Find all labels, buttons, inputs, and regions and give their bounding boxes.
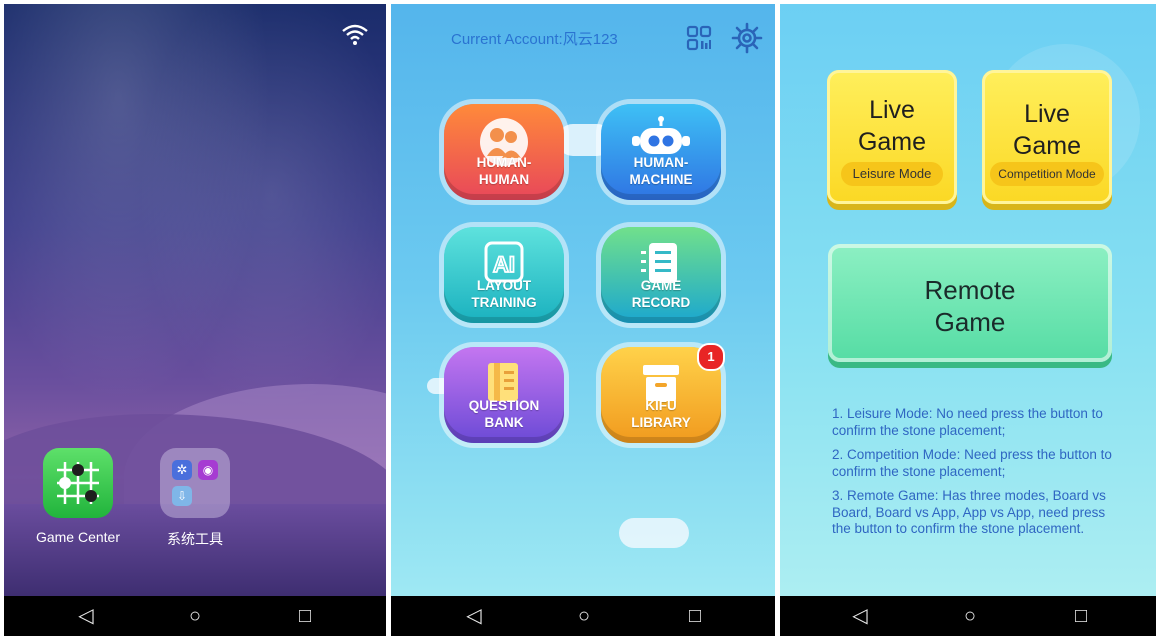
recents-button[interactable]: □ (1069, 604, 1093, 628)
question-bank-button[interactable]: QUESTION BANK (444, 347, 564, 443)
home-button[interactable]: ○ (572, 604, 596, 628)
cloud-decoration (619, 518, 689, 548)
navigation-bar: ◁ ○ □ (780, 596, 1156, 636)
gear-icon[interactable] (731, 22, 763, 54)
remote-game-button[interactable]: Remote Game (828, 244, 1112, 362)
app-label-game-center: Game Center (35, 529, 121, 545)
svg-text:AI: AI (493, 252, 515, 277)
main-menu-screen: Current Account:风云123 HUMAN- HUMAN HUMAN… (391, 4, 775, 636)
camera-app-icon: ◉ (198, 460, 218, 480)
home-button[interactable]: ○ (183, 604, 207, 628)
go-board-icon (57, 462, 99, 504)
human-machine-button[interactable]: HUMAN- MACHINE (601, 104, 721, 200)
game-center-app[interactable] (43, 448, 113, 518)
download-app-icon: ⇩ (172, 486, 192, 506)
back-button[interactable]: ◁ (848, 604, 872, 628)
navigation-bar: ◁ ○ □ (391, 596, 775, 636)
recents-button[interactable]: □ (683, 604, 707, 628)
recents-button[interactable]: □ (293, 604, 317, 628)
live-game-competition-button[interactable]: Live Game Competition Mode (982, 70, 1112, 204)
mode-instructions: 1. Leisure Mode: No need press the butto… (832, 406, 1112, 546)
home-screen: Game Center ✲ ◉ ⇩ 系统工具 ◁ ○ □ (4, 4, 386, 636)
navigation-bar: ◁ ○ □ (4, 596, 386, 636)
card-title: Live Game (1012, 100, 1082, 160)
live-game-leisure-button[interactable]: Live Game Leisure Mode (827, 70, 957, 204)
settings-app-icon: ✲ (172, 460, 192, 480)
lake (4, 504, 386, 604)
card-title: Remote Game (924, 275, 1016, 337)
instruction-text: 3. Remote Game: Has three modes, Board v… (832, 488, 1106, 536)
back-button[interactable]: ◁ (462, 604, 486, 628)
qr-code-icon[interactable] (685, 24, 713, 52)
current-account-label: Current Account:风云123 (451, 31, 618, 48)
system-tools-folder[interactable]: ✲ ◉ ⇩ (160, 448, 230, 518)
mode-badge: Leisure Mode (841, 162, 943, 186)
menu-label: HUMAN- HUMAN (476, 155, 532, 187)
menu-label: QUESTION BANK (468, 398, 540, 430)
menu-label: HUMAN- MACHINE (629, 155, 693, 187)
game-record-button[interactable]: GAME RECORD (601, 227, 721, 323)
mode-badge: Competition Mode (990, 162, 1104, 186)
back-button[interactable]: ◁ (74, 604, 98, 628)
card-title: Live Game (857, 96, 927, 156)
instruction-text: 1. Leisure Mode: No need press the butto… (832, 406, 1103, 438)
layout-training-button[interactable]: AI LAYOUT TRAINING (444, 227, 564, 323)
notification-badge: 1 (697, 343, 725, 371)
menu-label: KIFU LIBRARY (631, 398, 691, 430)
menu-label: GAME RECORD (631, 278, 691, 310)
menu-label: LAYOUT TRAINING (471, 278, 537, 310)
home-button[interactable]: ○ (958, 604, 982, 628)
instruction-text: 2. Competition Mode: Need press the butt… (832, 447, 1112, 479)
game-mode-screen: Live Game Leisure Mode Live Game Competi… (780, 4, 1156, 636)
human-human-button[interactable]: HUMAN- HUMAN (444, 104, 564, 200)
app-label-system-tools: 系统工具 (167, 531, 223, 547)
wifi-icon (342, 24, 368, 45)
